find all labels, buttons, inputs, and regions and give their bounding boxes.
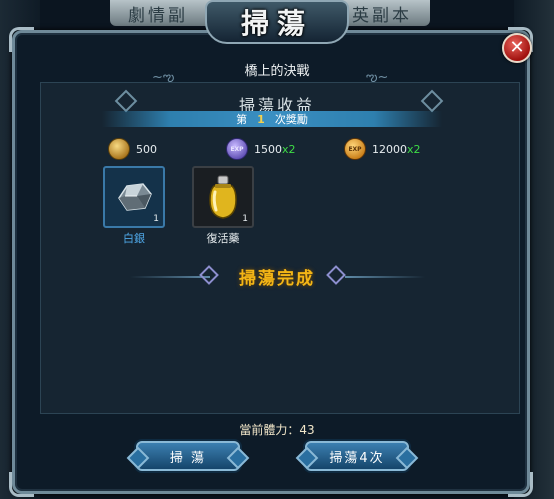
stamina-value: 43 [299,423,315,437]
reward-item-potion-label: 復活藥 [206,232,240,245]
close-button[interactable]: ✕ [502,33,532,63]
silver-coin-icon [108,138,130,160]
round-banner: 第 1 次獎勵 [102,111,442,127]
exp-coin-icon: EXP [344,138,366,160]
corner-ornament [508,472,533,497]
character-exp-multiplier: x2 [407,142,421,156]
reward-panel [40,82,520,414]
stamina-display: 當前體力：43 [0,421,554,438]
sweep-complete-text: 掃蕩完成 [239,269,315,289]
dialog-title-plate: 掃蕩 [205,0,349,44]
item-count: 1 [242,214,248,224]
character-exp-reward: EXP 12000 x2 [344,138,421,160]
round-prefix: 第 [236,113,248,126]
exp-amount: 1500 [254,142,282,156]
reward-item-revive-potion[interactable]: 1 [192,166,254,228]
exp-multiplier: x2 [282,142,296,156]
silver-reward: 500 [108,138,157,160]
round-suffix: 次獎勵 [274,113,308,126]
round-number: 1 [257,112,265,126]
corner-ornament [9,472,34,497]
stage-name: 橋上的決戰 [244,64,310,79]
sweep-four-times-label: 掃蕩4次 [329,450,385,466]
sweep-button-label: 掃 蕩 [169,450,207,466]
silver-amount: 500 [136,142,157,156]
sweep-button[interactable]: 掃 蕩 [126,441,250,471]
reward-item-silver[interactable]: 1 [103,166,165,228]
sweep-four-times-button[interactable]: 掃蕩4次 [295,441,419,471]
reward-item-silver-label: 白銀 [123,232,145,245]
exp-reward: EXP 1500 x2 [226,138,296,160]
corner-ornament [9,27,34,52]
exp-orb-icon: EXP [226,138,248,160]
dialog-title: 掃蕩 [240,7,313,40]
item-count: 1 [153,214,159,224]
character-exp-amount: 12000 [372,142,407,156]
background-tab-story: 劇情副 [128,5,188,26]
close-icon: ✕ [509,37,525,58]
stamina-label: 當前體力： [239,423,300,437]
